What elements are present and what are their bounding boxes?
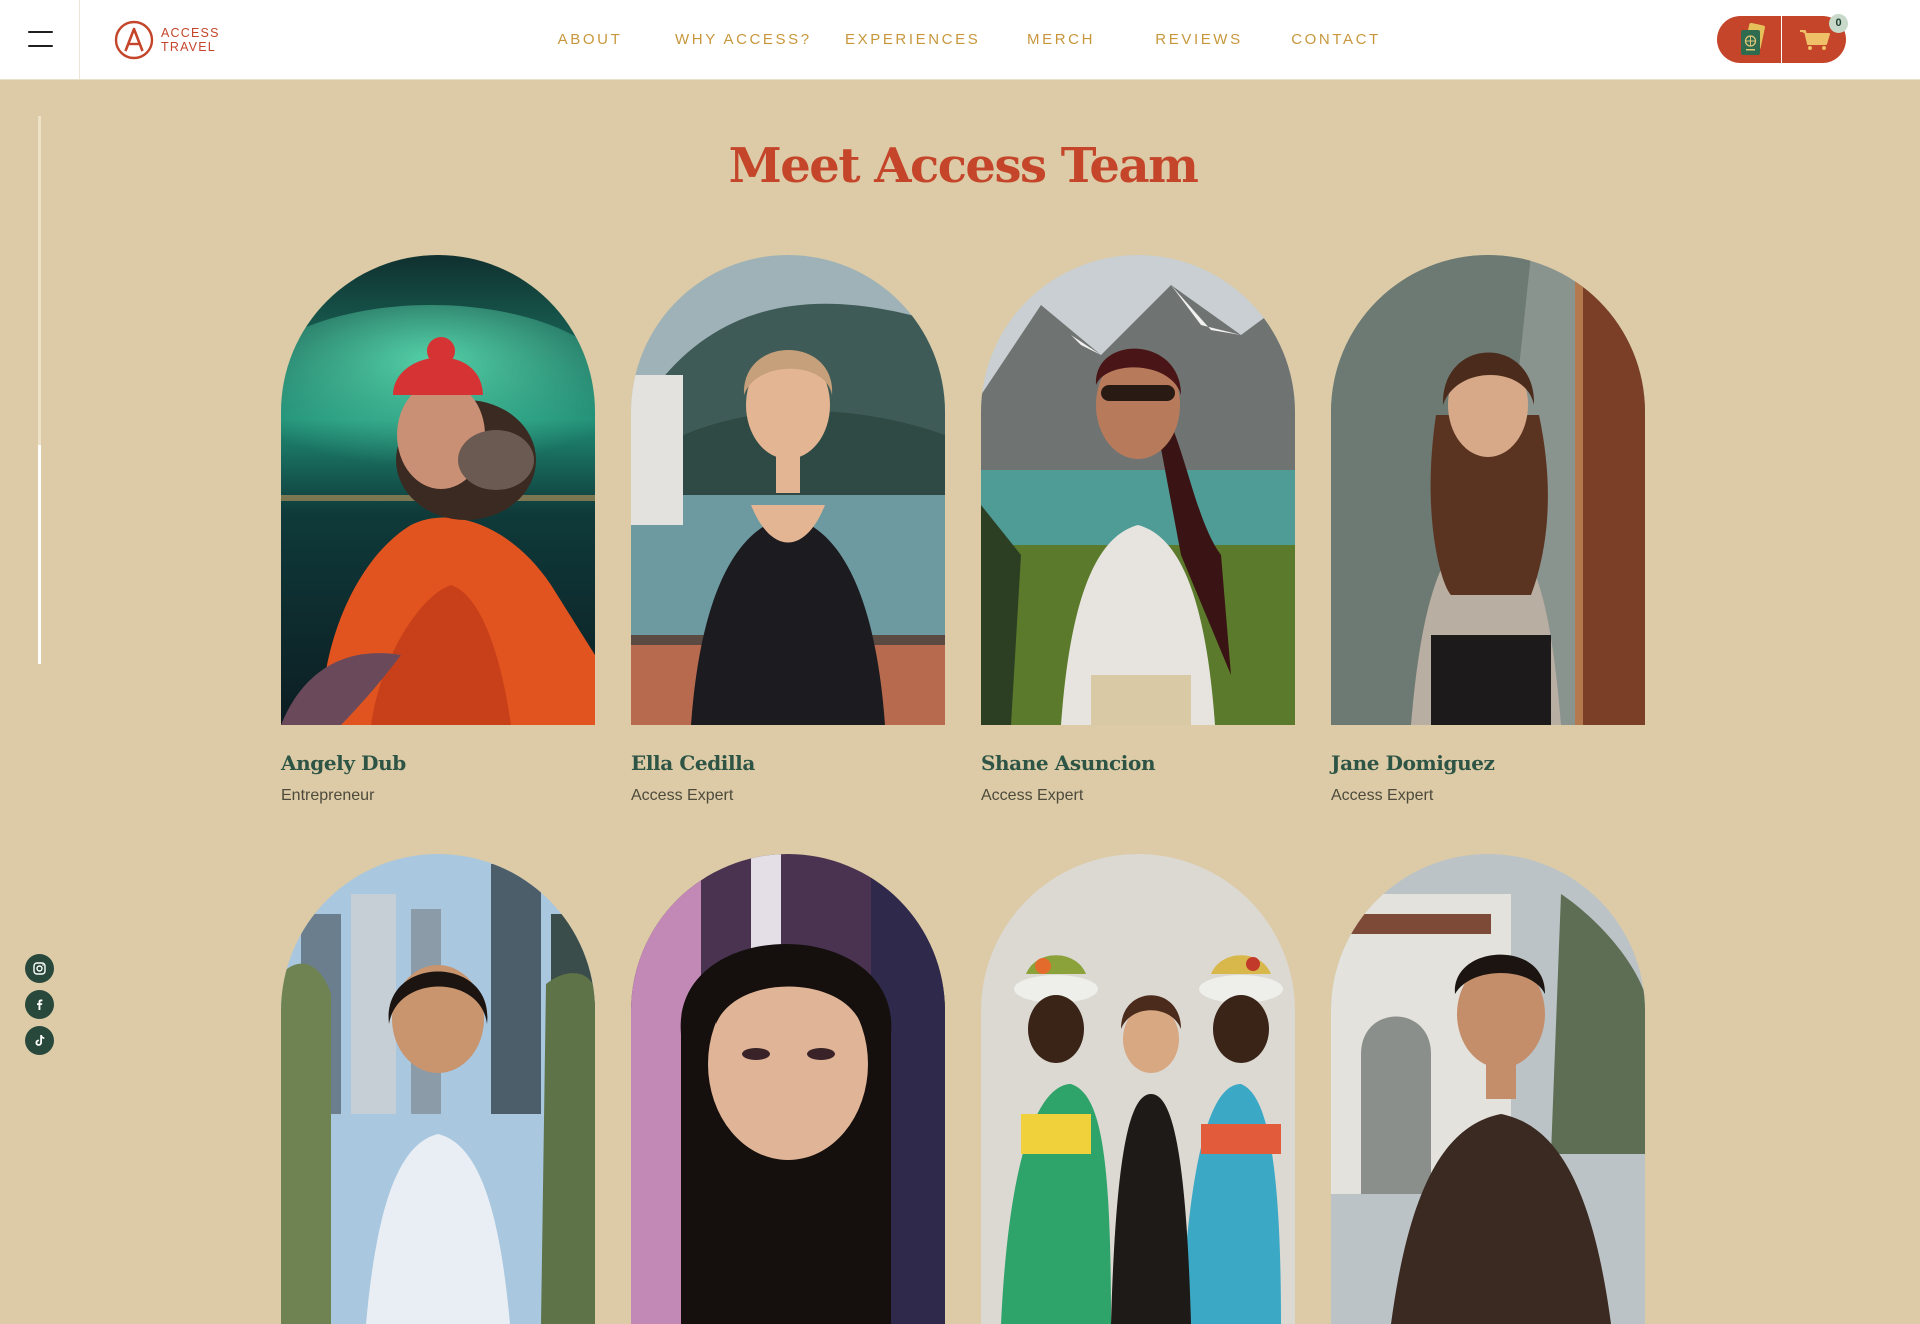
cart-count-badge: 0	[1829, 14, 1848, 33]
header-actions	[1717, 16, 1846, 63]
brand-wordmark: ACCESS TRAVEL	[161, 26, 241, 54]
facebook-icon	[37, 999, 43, 1010]
scroll-progress-thumb	[38, 445, 41, 664]
tiktok-link[interactable]	[25, 1026, 54, 1055]
team-photo	[981, 854, 1295, 1324]
team-photo	[631, 255, 945, 725]
team-photo	[281, 854, 595, 1324]
tiktok-icon	[35, 1035, 45, 1046]
team-photo	[981, 255, 1295, 725]
passport-button[interactable]	[1717, 16, 1781, 63]
nav-experiences[interactable]: EXPERIENCES	[845, 31, 978, 48]
team-member-role: Access Expert	[981, 787, 1084, 804]
instagram-icon	[33, 962, 46, 975]
brand-line-1: ACCESS	[161, 26, 220, 40]
access-a-logo-icon	[114, 20, 154, 60]
team-photo	[1331, 854, 1645, 1324]
team-member-name: Jane Domiguez	[1331, 751, 1495, 775]
section-title: Meet Access Team	[728, 138, 1199, 194]
nav-merch[interactable]: MERCH	[1026, 31, 1096, 48]
team-member-name: Shane Asuncion	[981, 751, 1156, 775]
nav-contact[interactable]: CONTACT	[1290, 31, 1382, 48]
cart-icon	[1800, 30, 1830, 50]
team-photo	[631, 854, 945, 1324]
passport-icon	[1741, 23, 1765, 55]
team-photo	[281, 255, 595, 725]
hamburger-menu-icon[interactable]	[28, 31, 53, 48]
team-member-name: Angely Dub	[281, 751, 406, 775]
brand-line-2: TRAVEL	[161, 40, 216, 54]
facebook-link[interactable]	[25, 990, 54, 1019]
nav-reviews[interactable]: REVIEWS	[1155, 31, 1243, 48]
nav-about[interactable]: ABOUT	[549, 31, 631, 48]
team-member-role: Access Expert	[1331, 787, 1434, 804]
instagram-link[interactable]	[25, 954, 54, 983]
top-bar: ACCESS TRAVEL ABOUT WHY ACCESS? EXPERIEN…	[0, 0, 1920, 80]
nav-why-access[interactable]: WHY ACCESS?	[675, 31, 811, 48]
team-member-role: Entrepreneur	[281, 787, 375, 804]
team-member-name: Ella Cedilla	[631, 751, 755, 775]
team-member-role: Access Expert	[631, 787, 734, 804]
team-photo	[1331, 255, 1645, 725]
menu-cell	[0, 0, 80, 79]
